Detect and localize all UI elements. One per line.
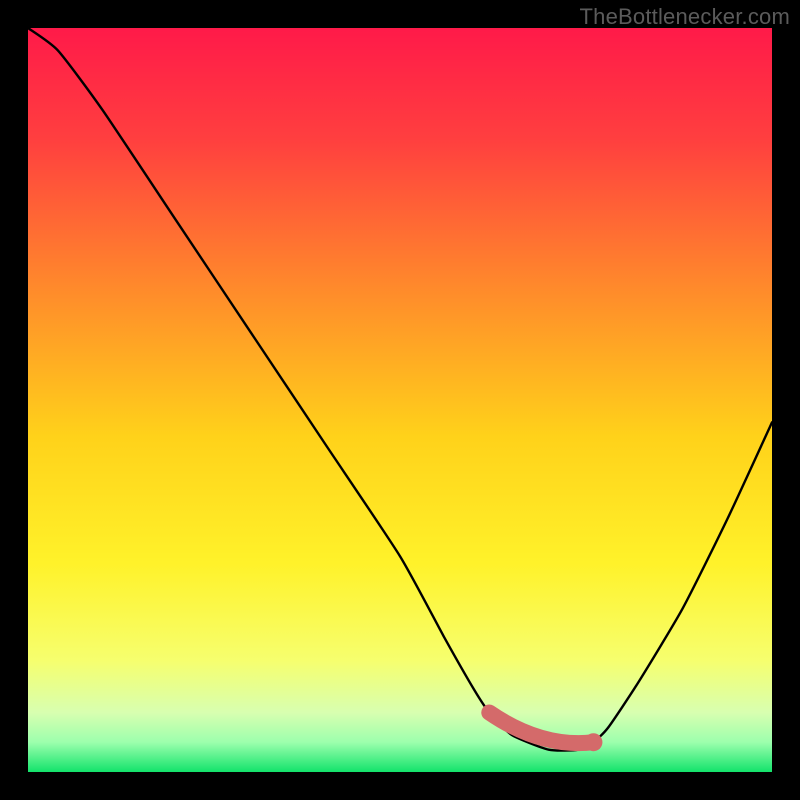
bottleneck-chart — [0, 0, 800, 800]
watermark-text: TheBottlenecker.com — [580, 4, 790, 30]
optimal-end-dot — [584, 733, 602, 751]
chart-plot-background — [28, 28, 772, 772]
chart-container: TheBottlenecker.com — [0, 0, 800, 800]
